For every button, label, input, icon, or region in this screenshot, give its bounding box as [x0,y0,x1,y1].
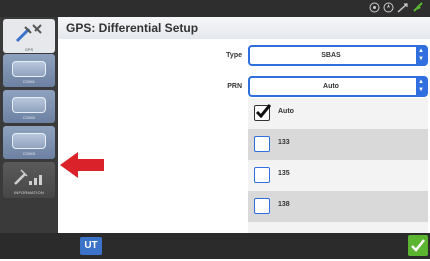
sidebar-item-com1[interactable]: COM1 [3,54,55,87]
page-header: GPS: Differential Setup [58,17,430,39]
compass-icon [383,0,394,18]
power-icon [412,0,424,18]
bottom-bar: UT [0,233,430,259]
checkbox[interactable] [254,167,270,183]
signal-icon [397,0,409,18]
list-item[interactable]: 133 [248,129,428,160]
gps-satellite-icon [15,23,43,50]
prn-spinner-icon[interactable]: ▲ ▼ [416,78,426,95]
checkbox[interactable] [254,136,270,152]
sidebar: GPS COM1 COM2 COM3 INFORMATION [0,17,58,233]
option-label: 133 [278,139,290,146]
option-label: 135 [278,170,290,177]
sidebar-item-label: COM3 [22,151,36,156]
type-select[interactable]: SBAS ▲ ▼ [248,45,428,66]
list-item[interactable]: 135 [248,160,428,191]
checkbox[interactable] [254,198,270,214]
prn-value: Auto [323,83,339,90]
type-value: SBAS [321,52,341,59]
gps-signal-info-icon [13,166,45,193]
serial-port-icon [12,133,46,149]
option-label: 138 [278,201,290,208]
sidebar-item-com3[interactable]: COM3 [3,126,55,159]
status-icons [369,1,424,16]
checkmark-icon [255,104,271,119]
gps-status-icon [369,0,380,18]
sidebar-item-gps[interactable]: GPS [3,19,55,53]
serial-port-icon [12,61,46,77]
sidebar-item-information[interactable]: INFORMATION [3,162,55,198]
prn-dropdown-list: Auto 133 135 138 [248,98,428,233]
checkmark-icon [411,239,425,252]
type-label: Type [226,52,242,59]
sidebar-top-caption: GPS [24,47,34,52]
prn-label: PRN [227,83,242,90]
serial-port-icon [12,97,46,113]
page-title: GPS: Differential Setup [66,21,199,35]
red-arrow-icon [60,152,104,178]
list-item[interactable]: Auto [248,98,428,129]
type-spinner-icon[interactable]: ▲ ▼ [416,47,426,64]
checkbox[interactable] [254,104,271,121]
confirm-button[interactable] [408,235,428,256]
sidebar-item-label: COM2 [22,115,36,120]
list-item[interactable]: 138 [248,191,428,222]
option-label: Auto [278,108,294,115]
sidebar-item-com2[interactable]: COM2 [3,90,55,123]
prn-select[interactable]: Auto ▲ ▼ [248,76,428,97]
sidebar-item-label: INFORMATION [14,190,44,195]
universal-terminal-button[interactable]: UT [80,237,102,255]
status-bar [0,0,430,17]
sidebar-item-label: COM1 [22,79,36,84]
